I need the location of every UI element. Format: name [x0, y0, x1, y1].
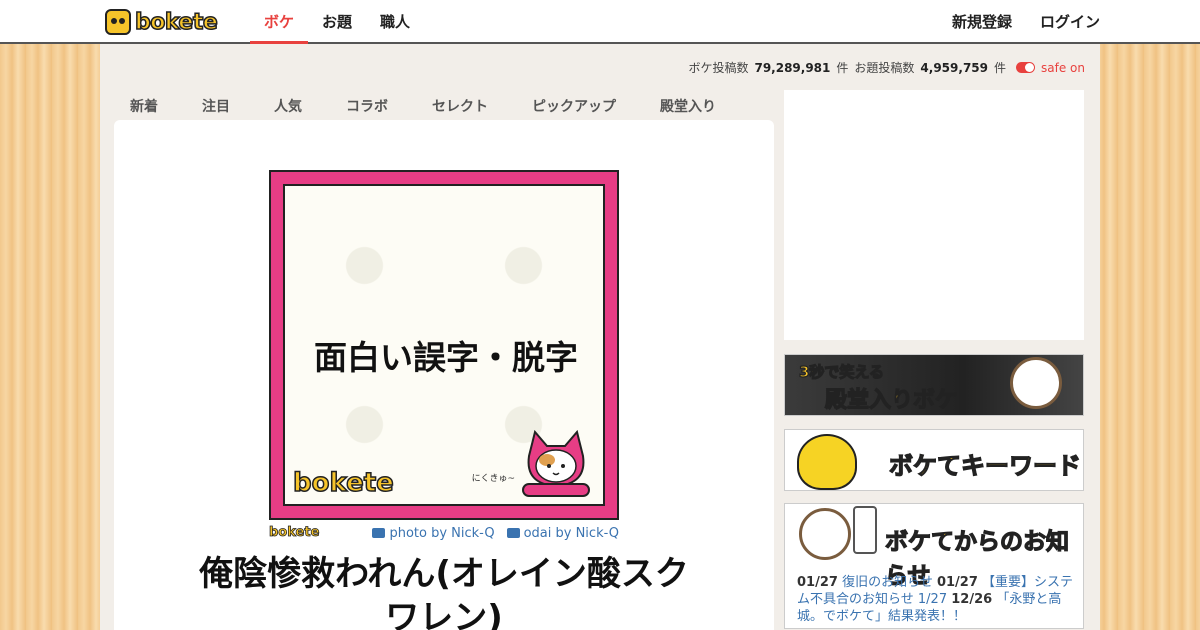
banner2-title: ボケてキーワード [888, 451, 1081, 480]
chick-mascot-icon [797, 434, 857, 490]
news-date: 1/27 [917, 592, 948, 607]
tab-new[interactable]: 新着 [114, 92, 174, 120]
main-content: ボケ投稿数 79,289,981 件 お題投稿数 4,959,759 件 safe … [100, 44, 1100, 630]
tab-hall-of-fame[interactable]: 殿堂入り [644, 92, 732, 120]
odai-count: 4,959,759 [920, 60, 988, 75]
account-nav: 新規登録 ログイン [952, 0, 1100, 44]
news-list: 01/27 復旧のお知らせ 01/27 【重要】システム不具合のお知らせ 1/2… [797, 574, 1077, 625]
top-navigation-bar: bokete ボケ お題 職人 新規登録 ログイン [0, 0, 1200, 44]
tab-select[interactable]: セレクト [416, 92, 504, 120]
mascot-girl-icon [1010, 357, 1062, 409]
banner1-subtitle: 3秒で笑える [798, 362, 884, 381]
news-link[interactable]: 復旧のお知らせ [842, 575, 933, 590]
tab-featured[interactable]: 注目 [186, 92, 246, 120]
boke-count-label: ボケ投稿数 [688, 61, 749, 75]
photo-credit: photo by Nick-Q [389, 526, 495, 541]
post-stats: ボケ投稿数 79,289,981 件 お題投稿数 4,959,759 件 safe … [688, 59, 1085, 76]
nav-shokunin[interactable]: 職人 [366, 0, 424, 44]
news-date: 01/27 [936, 575, 978, 590]
bokete-logo[interactable]: bokete [105, 9, 230, 35]
news-date: 01/27 [797, 575, 838, 590]
logo-text: bokete [134, 9, 218, 36]
odai-image[interactable]: 面白い誤字・脱字 bokete にくきゅ~ [269, 170, 619, 520]
odai-image-text: 面白い誤字・脱字 [314, 338, 578, 377]
odai-count-label: お題投稿数 [854, 61, 915, 75]
odai-credit: odai by Nick-Q [523, 526, 619, 541]
odai-meta: bokete photo by Nick-Q odai by Nick-Q [269, 525, 619, 543]
frame-logo: bokete [292, 467, 394, 499]
credits: photo by Nick-Q odai by Nick-Q [372, 526, 619, 541]
boke-title: 俺陰惨救われん(オレイン酸スクワレン) [199, 554, 689, 630]
nav-odai[interactable]: お題 [308, 0, 366, 44]
signup-link[interactable]: 新規登録 [952, 0, 1012, 44]
login-link[interactable]: ログイン [1040, 0, 1100, 44]
main-nav: ボケ お題 職人 [250, 0, 424, 44]
camera-icon [372, 528, 386, 538]
odai-credit-link[interactable]: odai by Nick-Q [506, 526, 619, 541]
banner1-title: 殿堂入りボケ [824, 387, 958, 413]
artist-signature: にくきゅ~ [471, 474, 515, 484]
boke-count-unit: 件 [836, 61, 849, 75]
keyword-banner[interactable]: ボケてキーワード [784, 429, 1084, 491]
safe-mode-toggle[interactable] [1016, 62, 1036, 73]
news-date: 12/26 [951, 592, 993, 607]
cat-mascot-icon [522, 429, 590, 497]
odai-image-inner: 面白い誤字・脱字 bokete にくきゅ~ [283, 184, 605, 506]
mascot-girl-icon [799, 508, 851, 560]
odai-count-unit: 件 [994, 61, 1007, 75]
hall-of-fame-banner[interactable]: 3秒で笑える 殿堂入りボケ [784, 354, 1084, 416]
bokete-face-icon [105, 9, 131, 35]
phone-icon [853, 506, 877, 554]
photo-credit-link[interactable]: photo by Nick-Q [372, 526, 495, 541]
news-box: ボケてからのお知らせ 01/27 復旧のお知らせ 01/27 【重要】システム不… [784, 503, 1084, 629]
tab-popular[interactable]: 人気 [258, 92, 318, 120]
image-icon [506, 528, 520, 538]
boke-count: 79,289,981 [754, 60, 831, 75]
safe-mode-label[interactable]: safe on [1041, 61, 1085, 75]
nav-boke[interactable]: ボケ [250, 0, 309, 44]
boke-card: 面白い誤字・脱字 bokete にくきゅ~ bokete photo by Ni… [114, 120, 774, 630]
boke-tabs: 新着 注目 人気 コラボ セレクト ピックアップ 殿堂入り [114, 92, 744, 120]
ad-space [784, 90, 1084, 340]
meta-logo: bokete [269, 525, 320, 541]
tab-pickup[interactable]: ピックアップ [516, 92, 632, 120]
tab-collab[interactable]: コラボ [330, 92, 404, 120]
